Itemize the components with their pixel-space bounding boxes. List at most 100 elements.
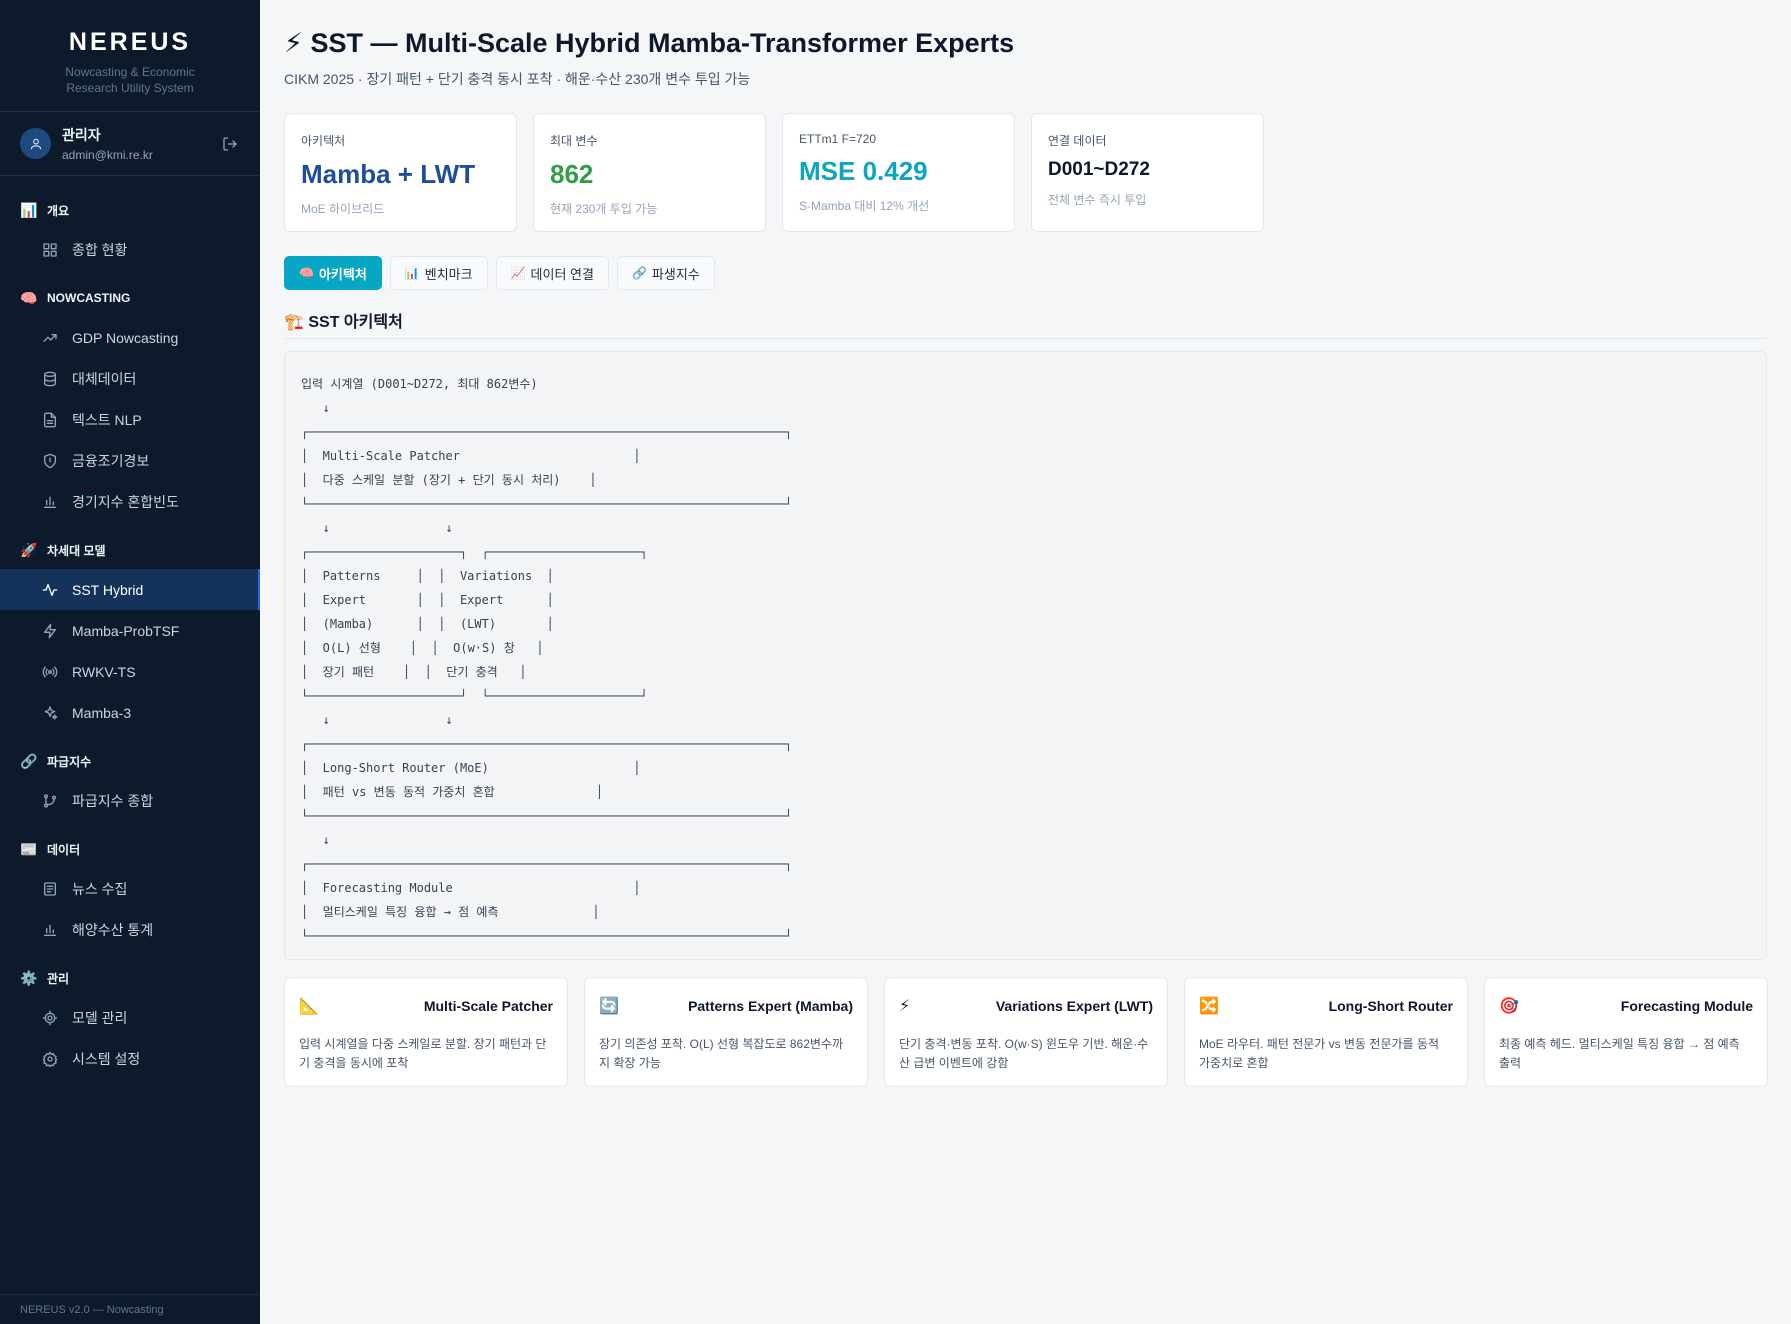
- sidebar-item[interactable]: 텍스트 NLP: [0, 399, 260, 440]
- card-title: Multi-Scale Patcher: [423, 998, 553, 1014]
- settings-icon: [42, 1051, 58, 1067]
- shuffle-icon: 🔀: [1199, 998, 1219, 1015]
- tab-data-link[interactable]: 📈 데이터 연결: [495, 256, 609, 290]
- brand-subtitle: Nowcasting & Economic Research Utility S…: [0, 64, 260, 96]
- section-icon: 📰: [20, 840, 38, 857]
- section-icon: 📊: [20, 201, 38, 218]
- section-label: 관리: [47, 971, 70, 986]
- stat-value: MSE 0.429: [799, 156, 928, 186]
- tab-benchmark[interactable]: 📊 벤치마크: [389, 256, 488, 290]
- cycle-icon: 🔄: [599, 998, 619, 1015]
- component-card-variations-expert: ⚡ Variations Expert (LWT) 단기 충격·변동 포착. O(…: [884, 977, 1168, 1087]
- document-icon: [42, 412, 58, 428]
- user-panel: 관리자 admin@kmi.re.kr: [0, 112, 260, 176]
- sidebar-item[interactable]: 모델 관리: [0, 997, 260, 1038]
- sidebar-item[interactable]: 파급지수 종합: [0, 780, 260, 821]
- brand-subtitle-line-2: Research Utility System: [66, 81, 194, 95]
- card-description: 입력 시계열을 다중 스케일로 분할. 장기 패턴과 단기 충격을 동시에 포착: [299, 1037, 547, 1070]
- sidebar-item[interactable]: 경기지수 혼합빈도: [0, 481, 260, 522]
- activity-icon: [42, 582, 58, 598]
- sidebar-item-label: 파급지수 종합: [72, 792, 154, 809]
- user-icon: [30, 138, 41, 149]
- sidebar-item-label: RWKV-TS: [72, 663, 136, 680]
- sidebar-item-label: 텍스트 NLP: [72, 411, 142, 428]
- sidebar-item-label: SST Hybrid: [72, 581, 144, 598]
- tab-label: 파생지수: [651, 266, 700, 282]
- sidebar-item-label: 금융조기경보: [72, 452, 150, 469]
- section-label: 데이터: [47, 842, 81, 857]
- sidebar-item[interactable]: 시스템 설정: [0, 1038, 260, 1079]
- lightning-icon: ⚡: [899, 998, 911, 1015]
- database-icon: [42, 371, 58, 387]
- dashboard-icon: [42, 242, 58, 258]
- page-subtitle: CIKM 2025 · 장기 패턴 + 단기 충격 동시 포착 · 해운·수산 …: [284, 71, 751, 87]
- sidebar-item-label: 뉴스 수집: [72, 880, 128, 897]
- user-info: 관리자 admin@kmi.re.kr: [62, 125, 220, 162]
- logout-icon: [223, 136, 237, 151]
- stat-label: 연결 데이터: [1048, 134, 1107, 148]
- sidebar-item[interactable]: Mamba-ProbTSF: [0, 610, 260, 651]
- sidebar-item-label: 모델 관리: [72, 1009, 128, 1026]
- stat-card-max-vars: 최대 변수 862 현재 230개 투입 가능: [533, 113, 766, 232]
- sidebar-section: 🔗 파급지수: [0, 742, 260, 780]
- line-chart-icon: 📈: [510, 266, 526, 280]
- sidebar-item[interactable]: GDP Nowcasting: [0, 317, 260, 358]
- card-title: Variations Expert (LWT): [995, 998, 1153, 1014]
- cpu-icon: [42, 1010, 58, 1026]
- sidebar-item[interactable]: 뉴스 수집: [0, 868, 260, 909]
- card-title: Patterns Expert (Mamba): [688, 998, 853, 1014]
- user-name: 관리자: [62, 127, 101, 143]
- stat-value: D001~D272: [1048, 159, 1150, 180]
- component-card-forecasting: 🎯 Forecasting Module 최종 예측 헤드. 멀티스케일 특징 융…: [1484, 977, 1768, 1087]
- tab-architecture[interactable]: 🧠 아키텍처: [284, 256, 382, 290]
- brand: NEREUS Nowcasting & Economic Research Ut…: [0, 0, 260, 112]
- card-description: MoE 라우터. 패턴 전문가 vs 변동 전문가를 동적 가중치로 혼합: [1199, 1037, 1439, 1070]
- stat-label: ETTm1 F=720: [799, 132, 877, 146]
- section-title: 🏗️ SST 아키텍처: [284, 308, 1767, 339]
- component-card-patcher: 📐 Multi-Scale Patcher 입력 시계열을 다중 스케일로 분할.…: [284, 977, 568, 1087]
- card-title: Long-Short Router: [1328, 998, 1453, 1014]
- user-email: admin@kmi.re.kr: [62, 148, 153, 162]
- diagram-text: 입력 시계열 (D001~D272, 최대 862변수) ↓ ┌────────…: [301, 377, 793, 943]
- card-description: 단기 충격·변동 포착. O(w·S) 윈도우 기반. 해운·수산 급변 이벤트…: [899, 1037, 1149, 1070]
- tab-label: 벤치마크: [424, 266, 473, 282]
- stat-card-linked-data: 연결 데이터 D001~D272 전체 변수 즉시 투입: [1031, 113, 1264, 232]
- sidebar-nav: 📊 개요종합 현황 🧠 NOWCASTING GDP Nowcasting 대체데이터텍스…: [0, 176, 260, 1079]
- sidebar-item-label: 해양수산 통계: [72, 921, 154, 938]
- sidebar-item[interactable]: 해양수산 통계: [0, 909, 260, 950]
- git-branch-icon: [42, 793, 58, 809]
- card-title: Forecasting Module: [1620, 998, 1753, 1014]
- brand-subtitle-line-1: Nowcasting & Economic: [65, 65, 195, 79]
- sidebar-item-label: Mamba-3: [72, 704, 132, 721]
- logout-button[interactable]: [220, 134, 240, 154]
- bar-chart-icon: [42, 922, 58, 938]
- sidebar-section: ⚙️ 관리: [0, 959, 260, 997]
- newspaper-icon: [42, 881, 58, 897]
- sidebar-section: 📊 개요: [0, 191, 260, 229]
- sidebar-item[interactable]: 대체데이터: [0, 358, 260, 399]
- component-card-patterns-expert: 🔄 Patterns Expert (Mamba) 장기 의존성 포착. O(L)…: [584, 977, 868, 1087]
- bar-chart-icon: [42, 494, 58, 510]
- sidebar: NEREUS Nowcasting & Economic Research Ut…: [0, 0, 260, 1324]
- tab-derived-index[interactable]: 🔗 파생지수: [616, 256, 715, 290]
- section-icon: 🚀: [20, 541, 38, 558]
- sidebar-item[interactable]: SST Hybrid: [0, 569, 260, 610]
- architecture-diagram: 입력 시계열 (D001~D272, 최대 862변수) ↓ ┌────────…: [284, 351, 1767, 960]
- section-label: 개요: [47, 203, 70, 218]
- avatar: [20, 128, 51, 159]
- sidebar-item[interactable]: 금융조기경보: [0, 440, 260, 481]
- section-icon: 🧠: [20, 289, 38, 306]
- page-title: ⚡ SST — Multi-Scale Hybrid Mamba-Transfo…: [284, 28, 1015, 58]
- section-icon: ⚙️: [20, 969, 38, 986]
- target-icon: 🎯: [1499, 998, 1519, 1015]
- brand-title: NEREUS: [68, 28, 192, 56]
- zap-icon: [42, 623, 58, 639]
- sidebar-item[interactable]: 종합 현황: [0, 229, 260, 270]
- sidebar-item-label: 대체데이터: [72, 370, 137, 387]
- stat-label: 아키텍처: [301, 134, 346, 148]
- sidebar-item[interactable]: RWKV-TS: [0, 651, 260, 692]
- sidebar-item-label: 종합 현황: [72, 241, 128, 258]
- section-label: NOWCASTING: [47, 291, 131, 305]
- sidebar-item[interactable]: Mamba-3: [0, 692, 260, 733]
- stat-note: 전체 변수 즉시 투입: [1048, 193, 1147, 207]
